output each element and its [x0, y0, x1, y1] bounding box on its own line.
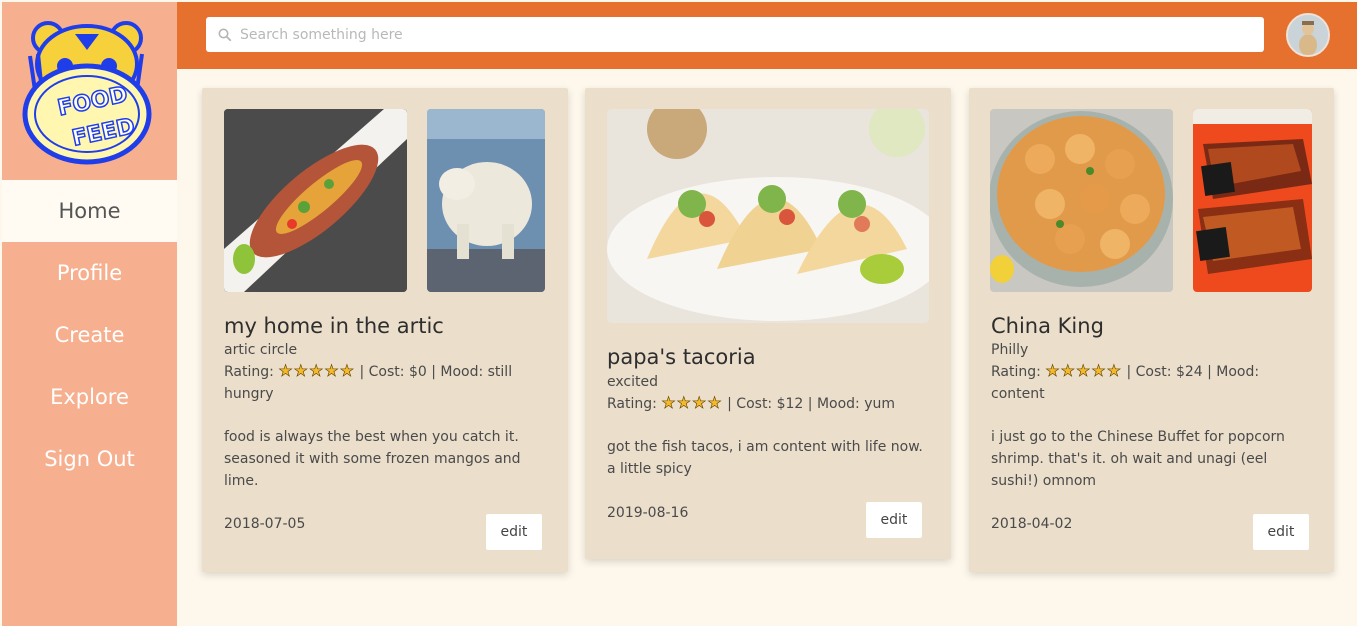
post-card: my home in the artic artic circle Rating… — [202, 88, 568, 572]
search-bar — [206, 17, 1264, 52]
polar-bear-image-icon — [427, 109, 545, 292]
rating-stars-icon: ★★★★ — [661, 393, 723, 413]
post-description: i just go to the Chinese Buffet for popc… — [991, 429, 1285, 489]
post-location: Philly — [991, 342, 1029, 358]
food-feed-logo-icon: FOOD FEED — [22, 21, 151, 165]
sidebar-item-home[interactable]: Home — [2, 180, 177, 242]
post-photo-tacos — [607, 109, 929, 323]
popcorn-shrimp-image-icon — [990, 109, 1173, 292]
user-avatar-icon — [1288, 15, 1328, 55]
post-description: food is always the best when you catch i… — [224, 429, 521, 489]
post-title: my home in the artic — [224, 314, 444, 338]
edit-button[interactable]: edit — [866, 502, 922, 538]
post-date: 2018-07-05 — [224, 516, 306, 532]
rating-stars-icon: ★★★★★ — [1045, 361, 1123, 381]
rating-label: Rating: — [991, 364, 1041, 380]
post-title: China King — [991, 314, 1104, 338]
sidebar-item-profile[interactable]: Profile — [2, 242, 177, 304]
rating-label: Rating: — [224, 364, 274, 380]
logo[interactable]: FOOD FEED — [2, 2, 177, 180]
post-location: artic circle — [224, 342, 298, 358]
unagi-sushi-image-icon — [1193, 109, 1312, 292]
post-location: excited — [607, 374, 658, 390]
post-date: 2019-08-16 — [607, 505, 689, 521]
post-photo-fish — [224, 109, 407, 292]
sidebar-item-create[interactable]: Create — [2, 304, 177, 366]
rating-label: Rating: — [607, 396, 657, 412]
post-photo-shrimp — [990, 109, 1173, 292]
search-input[interactable] — [240, 17, 1264, 52]
post-title: papa's tacoria — [607, 345, 756, 369]
post-photo-unagi — [1193, 109, 1312, 292]
post-photo-polar-bear — [427, 109, 545, 292]
fish-with-mango-salsa-image-icon — [224, 109, 407, 292]
post-meta: Rating: ★★★★ | Cost: $12 | Mood: yum — [607, 392, 932, 415]
search-icon — [218, 28, 232, 41]
cost-mood-text: | Cost: $12 | Mood: yum — [727, 396, 895, 412]
edit-button[interactable]: edit — [1253, 514, 1309, 550]
post-description: got the fish tacos, i am content with li… — [607, 439, 923, 477]
post-meta: Rating: ★★★★★ | Cost: $0 | Mood: still h… — [224, 360, 544, 405]
fish-tacos-image-icon — [607, 109, 929, 323]
avatar[interactable] — [1286, 13, 1330, 57]
edit-button[interactable]: edit — [486, 514, 542, 550]
sidebar-item-sign-out[interactable]: Sign Out — [2, 428, 177, 490]
post-card: China King Philly Rating: ★★★★★ | Cost: … — [969, 88, 1334, 572]
post-date: 2018-04-02 — [991, 516, 1073, 532]
sidebar-nav: Home Profile Create Explore Sign Out — [2, 180, 177, 490]
sidebar-item-explore[interactable]: Explore — [2, 366, 177, 428]
rating-stars-icon: ★★★★★ — [278, 361, 356, 381]
post-card: papa's tacoria excited Rating: ★★★★ | Co… — [585, 88, 951, 559]
post-meta: Rating: ★★★★★ | Cost: $24 | Mood: conten… — [991, 360, 1313, 405]
sidebar: FOOD FEED Home Profile Create Explore Si… — [2, 2, 177, 626]
top-bar — [177, 2, 1357, 69]
